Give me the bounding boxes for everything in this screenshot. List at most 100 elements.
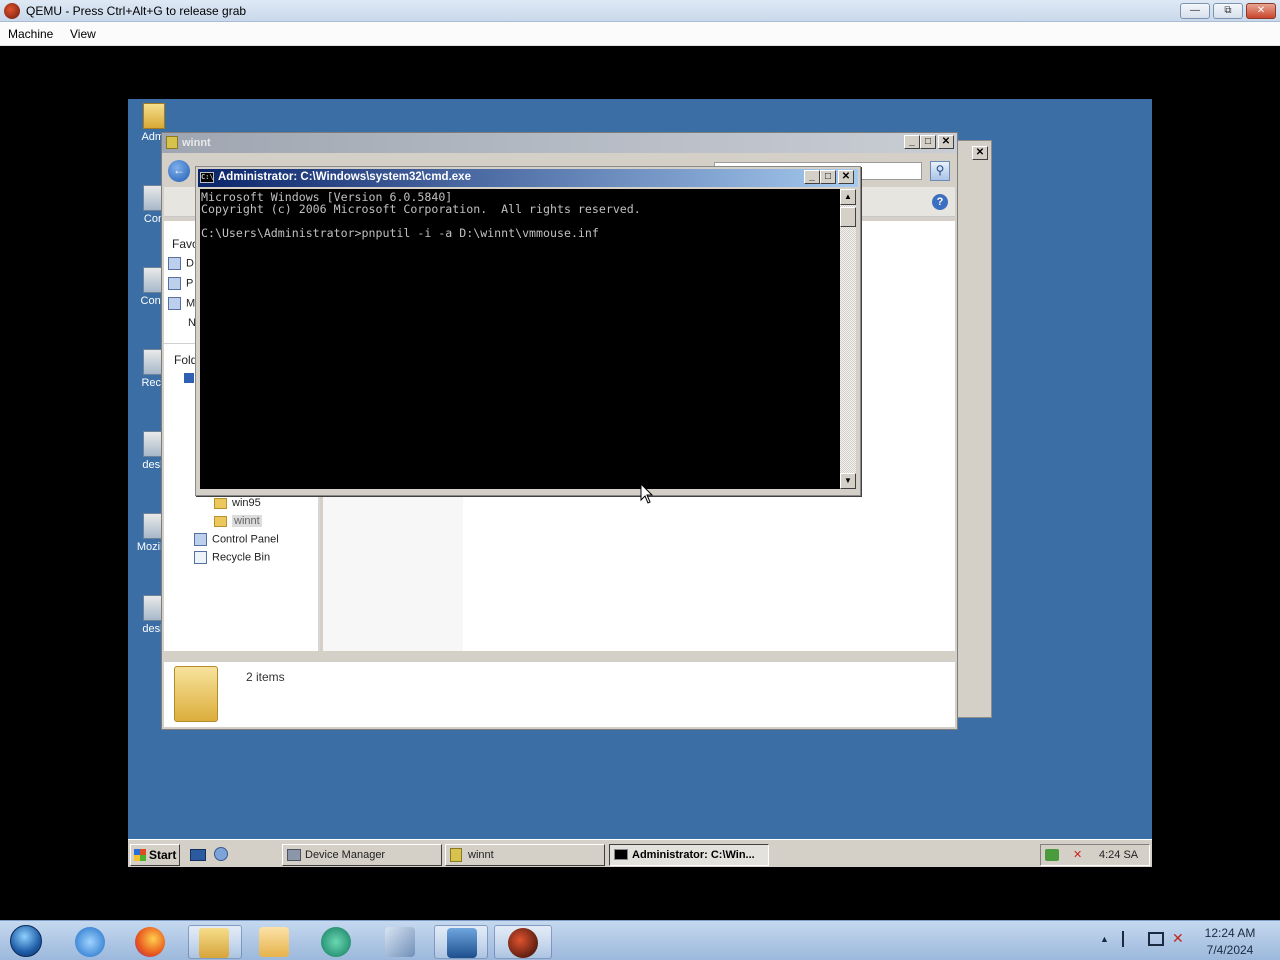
help-icon[interactable]: ? [932, 194, 948, 210]
cmd-titlebar[interactable]: C:\ Administrator: C:\Windows\system32\c… [198, 169, 858, 187]
show-hidden-icons-icon[interactable]: ▲ [1100, 934, 1109, 944]
guest-desktop: Admi Con Contr Recy desk Mozilla desk ✕ … [128, 99, 1152, 867]
host-clock[interactable]: 12:24 AM 7/4/2024 [1190, 925, 1270, 959]
start-orb[interactable] [4, 923, 48, 959]
tree-label: Control Panel [212, 533, 279, 546]
mouse-cursor-icon [640, 483, 654, 504]
cmd-window[interactable]: C:\ Administrator: C:\Windows\system32\c… [195, 166, 861, 496]
chat-app-icon [321, 927, 351, 957]
network-icon[interactable] [1148, 932, 1164, 946]
tree-item-recycle-bin[interactable]: Recycle Bin [194, 551, 270, 564]
taskbar-powershell[interactable] [434, 925, 488, 959]
minimize-button[interactable]: _ [804, 170, 820, 184]
internet-explorer-icon [75, 927, 105, 957]
menu-machine[interactable]: Machine [8, 27, 53, 41]
music-icon [168, 297, 181, 310]
favorite-link-3[interactable]: M [168, 297, 195, 310]
favorite-link-2[interactable]: P [168, 277, 193, 290]
folder-icon [214, 515, 227, 527]
console-icon [614, 849, 628, 860]
security-icon[interactable] [1045, 849, 1059, 861]
folders-heading: Fold [174, 353, 198, 367]
tree-item-win95[interactable]: win95 [214, 497, 261, 509]
volume-muted-icon[interactable]: ✕ [1073, 849, 1085, 861]
media-player-icon [259, 927, 289, 957]
clock-date: 7/4/2024 [1206, 943, 1254, 957]
scroll-down-icon[interactable]: ▼ [840, 473, 856, 489]
tools-icon [385, 927, 415, 957]
console-prompt-line: C:\Users\Administrator>pnputil -i -a D:\… [201, 226, 599, 240]
folder-icon [143, 103, 165, 129]
background-window[interactable]: ✕ [957, 140, 992, 718]
folder-icon [450, 848, 462, 862]
tray-clock: 4:24 SA [1099, 849, 1139, 861]
close-icon[interactable]: ✕ [972, 146, 988, 160]
windows-orb-icon [10, 925, 42, 957]
firefox-icon [135, 927, 165, 957]
maximize-button[interactable]: □ [820, 170, 836, 184]
window-title: QEMU - Press Ctrl+Alt+G to release grab [26, 4, 247, 18]
taskbar-explorer[interactable] [188, 925, 242, 959]
clock-time: 12:24 AM [1204, 926, 1256, 940]
favorite-label: D [186, 257, 194, 270]
tree-label: winnt [232, 515, 262, 527]
qemu-titlebar: QEMU - Press Ctrl+Alt+G to release grab … [0, 0, 1280, 22]
computer-icon [184, 373, 194, 383]
scroll-thumb[interactable] [840, 207, 856, 227]
device-manager-icon [287, 849, 301, 861]
taskbar-firefox[interactable] [126, 925, 174, 959]
vertical-scrollbar[interactable]: ▲ ▼ [840, 189, 856, 489]
tree-item-winnt[interactable]: winnt [214, 515, 262, 527]
minimize-button[interactable]: _ [904, 135, 920, 149]
start-button[interactable]: Start [130, 844, 180, 866]
taskbar-app-green[interactable] [312, 925, 360, 959]
favorite-label: P [186, 277, 194, 290]
restore-button[interactable]: ⧉ [1213, 3, 1243, 19]
system-tray: ✕ 4:24 SA [1040, 844, 1150, 866]
cmd-title: Administrator: C:\Windows\system32\cmd.e… [218, 171, 471, 183]
action-center-flag-icon[interactable] [1122, 931, 1136, 947]
console-line: Copyright (c) 2006 Microsoft Corporation… [201, 202, 641, 216]
back-icon[interactable]: ← [168, 160, 190, 182]
show-desktop-icon[interactable] [190, 849, 206, 861]
taskbar-button-label: winnt [468, 849, 494, 861]
taskbar-button-winnt[interactable]: winnt [445, 844, 605, 866]
taskbar-ie[interactable] [66, 925, 114, 959]
file-explorer-icon [199, 928, 229, 958]
explorer-titlebar[interactable]: winnt _ □ ✕ [162, 133, 957, 153]
folder-icon [166, 136, 178, 149]
maximize-button[interactable]: □ [920, 135, 936, 149]
details-pane: 2 items [164, 661, 955, 727]
taskbar-button-label: Device Manager [305, 849, 386, 861]
search-icon[interactable]: ⚲ [930, 161, 950, 181]
qemu-logo-icon [4, 3, 20, 19]
qemu-icon [508, 928, 538, 958]
explorer-title: winnt [182, 137, 211, 149]
documents-icon [168, 257, 181, 270]
host-taskbar: ▲ ✕ 12:24 AM 7/4/2024 [0, 920, 1280, 960]
taskbar-qemu[interactable] [494, 925, 552, 959]
browser-quicklaunch-icon[interactable] [214, 847, 228, 861]
taskbar-button-cmd[interactable]: Administrator: C:\Win... [609, 844, 769, 866]
taskbar-tools[interactable] [376, 925, 424, 959]
powershell-icon [447, 928, 477, 958]
scroll-up-icon[interactable]: ▲ [840, 189, 856, 205]
menu-view[interactable]: View [70, 27, 96, 41]
taskbar-button-device-manager[interactable]: Device Manager [282, 844, 442, 866]
taskbar-media-player[interactable] [250, 925, 298, 959]
volume-muted-icon[interactable]: ✕ [1172, 930, 1184, 947]
favorite-link-1[interactable]: D [168, 257, 194, 270]
favorite-label: M [186, 297, 196, 310]
qemu-menubar: Machine View [0, 22, 1280, 46]
minimize-button[interactable]: — [1180, 3, 1210, 19]
recycle-bin-icon [194, 551, 207, 564]
console-icon: C:\ [200, 172, 214, 183]
close-button[interactable]: ✕ [1246, 3, 1276, 19]
console-output[interactable]: Microsoft Windows [Version 6.0.5840] Copy… [200, 189, 840, 489]
taskbar-button-label: Administrator: C:\Win... [632, 849, 755, 861]
close-button[interactable]: ✕ [838, 170, 854, 184]
folder-icon [174, 666, 218, 722]
guest-taskbar: Start Device Manager winnt Administrator… [128, 839, 1152, 867]
tree-item-control-panel[interactable]: Control Panel [194, 533, 279, 546]
close-button[interactable]: ✕ [938, 135, 954, 149]
